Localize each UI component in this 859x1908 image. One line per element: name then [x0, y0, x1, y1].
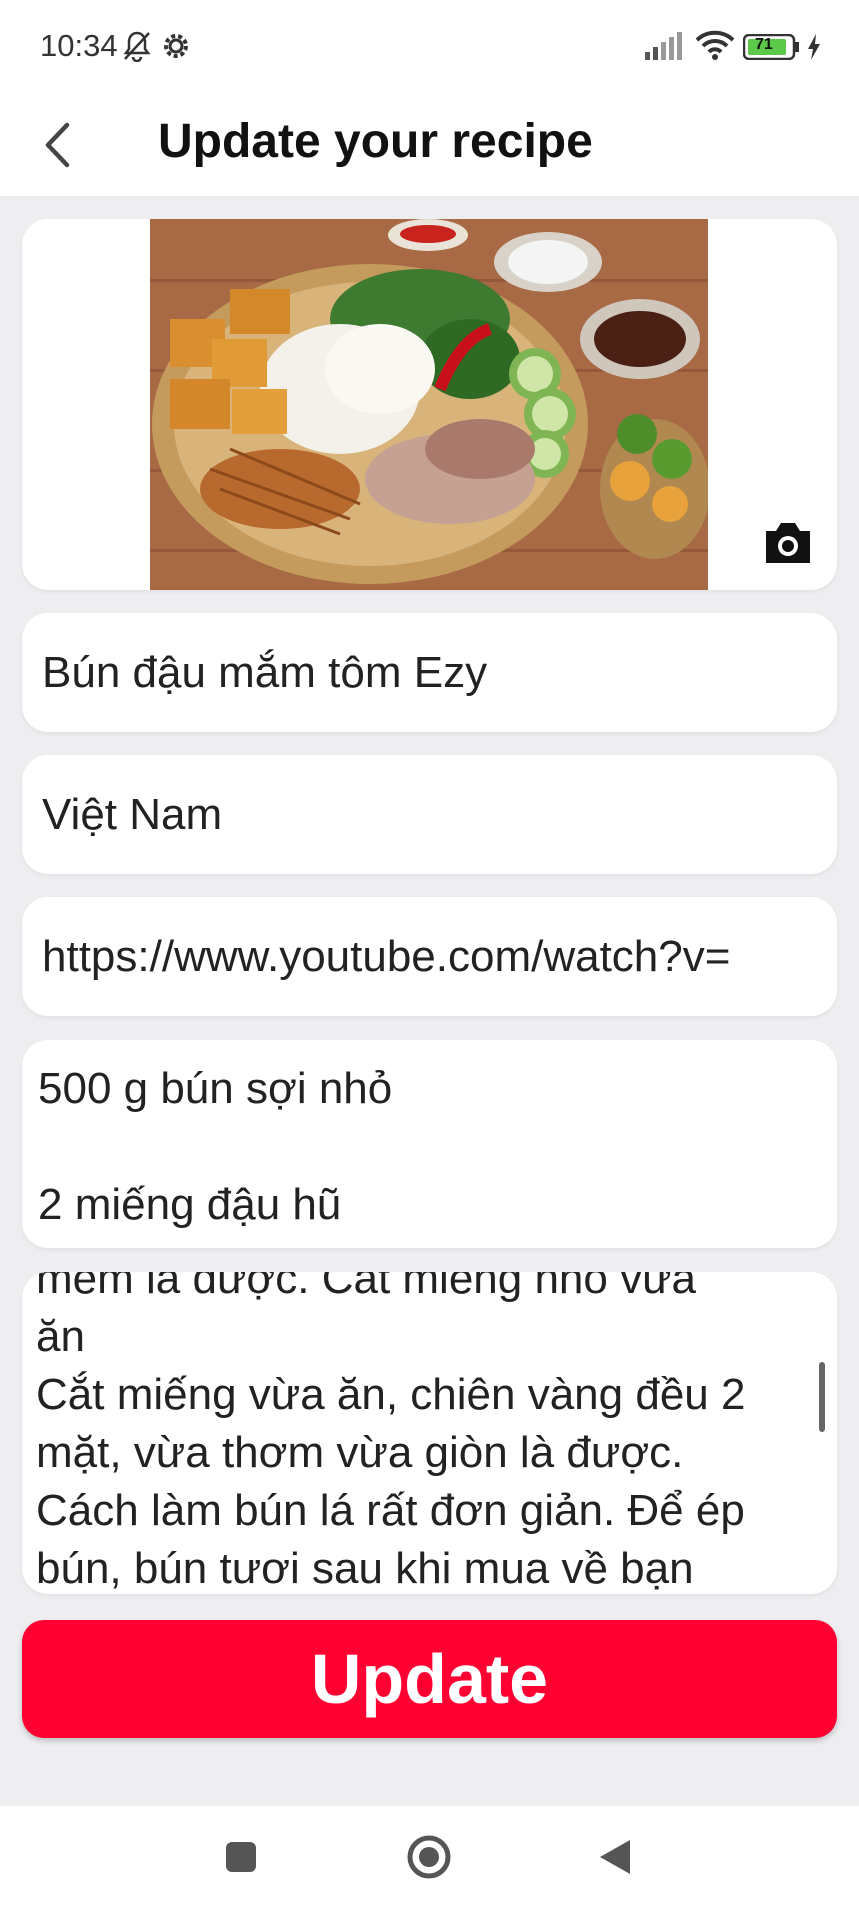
ingredients-field[interactable]: 500 g bún sợi nhỏ 2 miếng đậu hũ: [22, 1040, 837, 1248]
back-triangle-icon[interactable]: [598, 1838, 632, 1881]
signal-icon: [645, 32, 685, 65]
charging-icon: [806, 34, 822, 65]
page-title: Update your recipe: [158, 115, 593, 168]
video-url-field[interactable]: https://www.youtube.com/watch?v=: [22, 897, 837, 1016]
ingredient-line: 2 miếng đậu hũ: [38, 1180, 342, 1229]
back-button[interactable]: [22, 110, 92, 180]
header: Update your recipe: [0, 96, 859, 196]
recipe-photo: [150, 219, 708, 590]
battery-level: 71: [755, 36, 773, 53]
instruction-line: Cách làm bún lá rất đơn giản. Để ép: [36, 1486, 745, 1535]
square-icon[interactable]: [224, 1840, 258, 1879]
gear-icon: [160, 30, 192, 67]
instruction-line: bún, bún tươi sau khi mua về bạn: [36, 1544, 694, 1593]
video-url-value: https://www.youtube.com/watch?v=: [42, 931, 731, 981]
country-value: Việt Nam: [42, 789, 223, 839]
instruction-line: Cắt miếng vừa ăn, chiên vàng đều 2: [36, 1370, 746, 1419]
instructions-field[interactable]: mềm là được. Cắt miếng nhỏ vừa ăn Cắt mi…: [22, 1272, 837, 1594]
instructions-scrollbar[interactable]: [819, 1362, 825, 1432]
chevron-left-icon: [45, 122, 70, 168]
recipe-image-card[interactable]: [22, 219, 837, 590]
recipe-name-field[interactable]: Bún đậu mắm tôm Ezy: [22, 613, 837, 732]
status-time: 10:34: [40, 28, 118, 63]
battery-icon: 71: [742, 33, 801, 65]
update-button[interactable]: Update: [22, 1620, 837, 1738]
bell-off-icon: [122, 30, 152, 67]
recipe-name-value: Bún đậu mắm tôm Ezy: [42, 647, 488, 697]
camera-icon: [766, 523, 810, 563]
wifi-icon: [695, 30, 735, 65]
instruction-line: mặt, vừa thơm vừa giòn là được.: [36, 1428, 684, 1477]
ingredient-line: 500 g bún sợi nhỏ: [38, 1064, 393, 1113]
change-photo-button[interactable]: [762, 519, 814, 565]
instructions-text: mềm là được. Cắt miếng nhỏ vừa ăn Cắt mi…: [36, 1272, 826, 1594]
update-button-label: Update: [310, 1640, 549, 1718]
navigation-bar: [0, 1806, 859, 1908]
home-circle-icon[interactable]: [406, 1834, 452, 1885]
instruction-line: ăn: [36, 1312, 85, 1361]
instruction-line: mềm là được. Cắt miếng nhỏ vừa: [36, 1272, 697, 1303]
country-field[interactable]: Việt Nam: [22, 755, 837, 874]
status-bar: 10:34 71: [0, 0, 859, 96]
